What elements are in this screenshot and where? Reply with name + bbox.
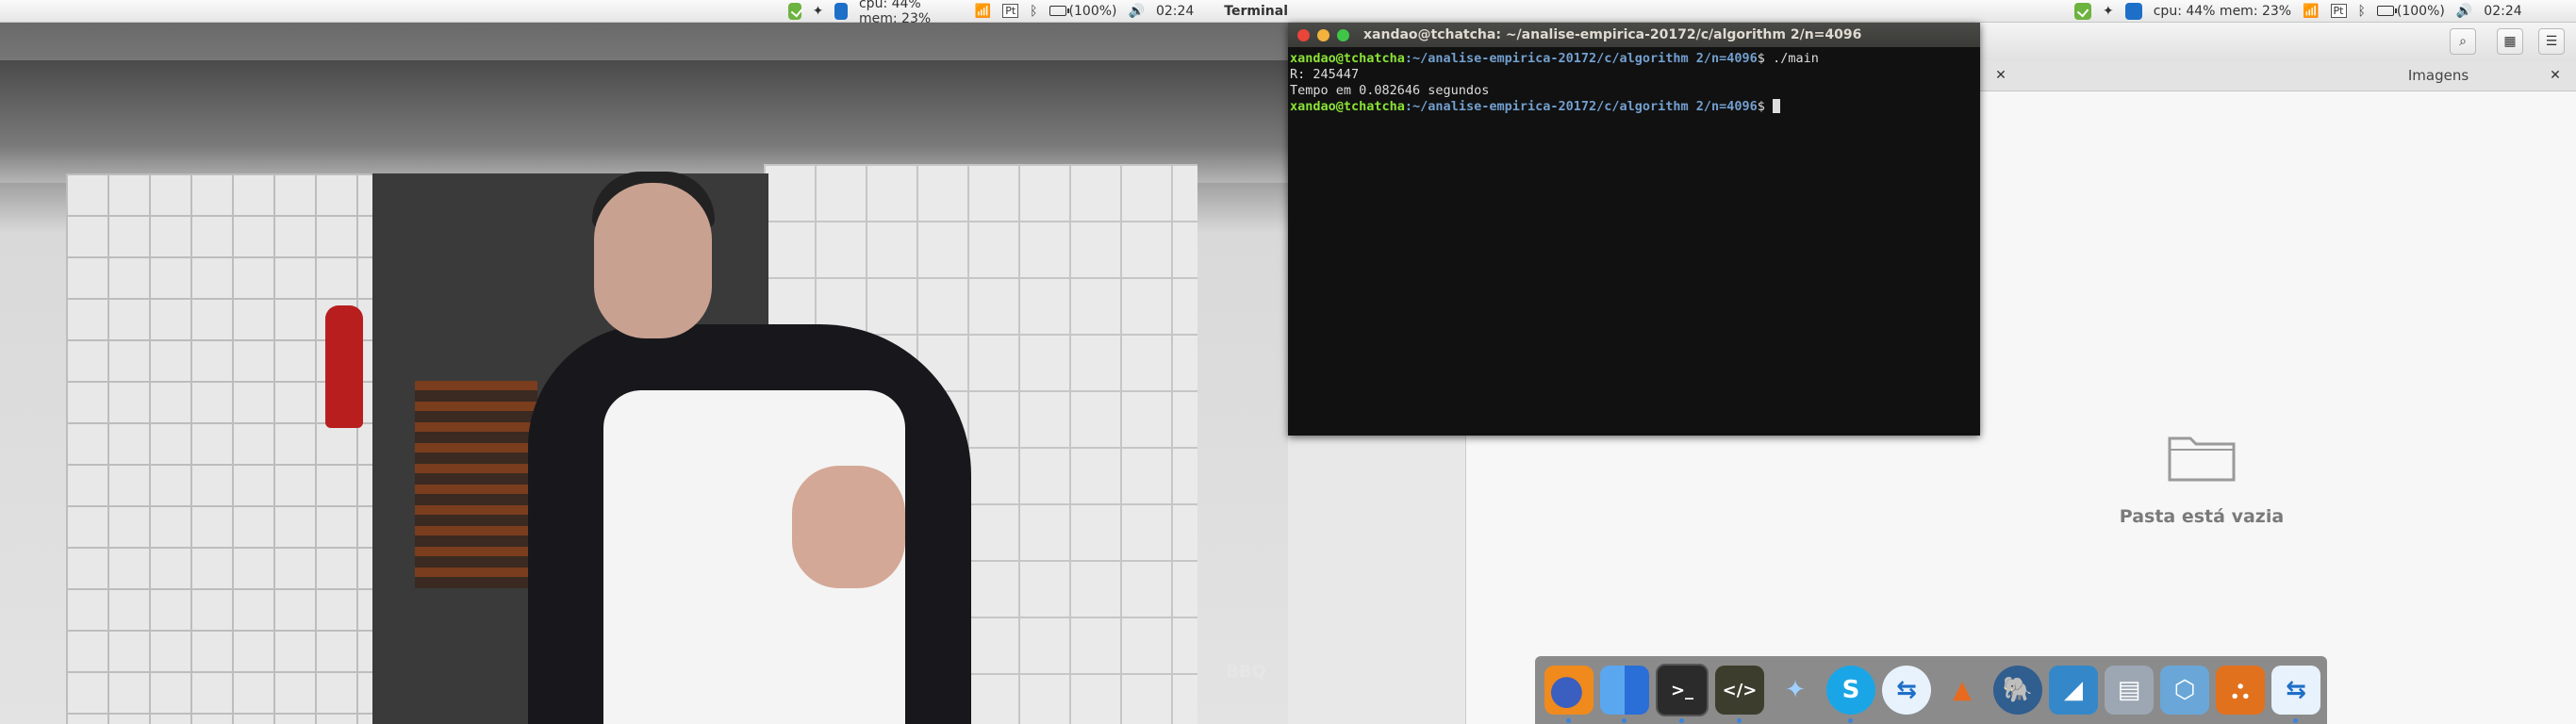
prompt-path: :~/analise-empirica-20172/c/algorithm 2/…	[1404, 99, 1758, 114]
finder-icon[interactable]	[1600, 666, 1649, 723]
text-cursor	[1773, 99, 1781, 113]
keyboard-layout-indicator[interactable]: Pt	[2330, 4, 2347, 18]
search-button[interactable]: ⌕	[2450, 28, 2476, 55]
teamviewer-icon[interactable]: ⇆	[1882, 666, 1931, 715]
terminal-titlebar[interactable]: xandao@tchatcha: ~/analise-empirica-2017…	[1288, 23, 1980, 47]
empty-folder-message: Pasta está vazia	[2119, 506, 2285, 527]
terminal-line: xandao@tchatcha:~/analise-empirica-20172…	[1290, 99, 1978, 115]
prompt-symbol: $	[1757, 51, 1774, 66]
wifi-icon[interactable]: 📶	[2303, 4, 2319, 19]
teamviewer-remote-icon[interactable]: ⇆	[2271, 666, 2320, 723]
terminal-output[interactable]: xandao@tchatcha:~/analise-empirica-20172…	[1288, 47, 1980, 119]
terminal-icon[interactable]: >_	[1656, 664, 1709, 723]
close-icon: ✕	[1995, 68, 2006, 83]
terminal-window[interactable]: xandao@tchatcha: ~/analise-empirica-2017…	[1288, 23, 1980, 436]
grid-icon: ▦	[2503, 34, 2517, 49]
mysql-workbench-icon[interactable]: ◢	[2049, 666, 2098, 715]
active-app-title[interactable]: Terminal	[1224, 4, 1288, 19]
view-mode-button[interactable]: ▦	[2497, 28, 2523, 55]
dropbox-tray-icon[interactable]: ✦	[813, 4, 824, 19]
video-frame[interactable]: BBQ	[0, 23, 1288, 724]
update-check-icon[interactable]	[788, 2, 801, 20]
system-tray-right: ✦ cpu: 44% mem: 23% 📶 Pt ᛒ (100%) 🔊 02:2…	[2074, 2, 2522, 20]
battery-indicator[interactable]: (100%)	[1049, 4, 1117, 19]
battery-icon	[1049, 6, 1069, 16]
minimize-window-button[interactable]	[1317, 28, 1329, 41]
dock: >_ </> ✦ S ⇆ ▲ 🐘 ◢ ▤ ⬡ ⛬ ⇆	[1535, 656, 2327, 724]
close-tab-button[interactable]: ✕	[2546, 66, 2565, 85]
virtualbox-icon[interactable]: ⬡	[2160, 666, 2209, 715]
person-face	[594, 183, 712, 338]
tab-imagens[interactable]: Imagens	[2240, 67, 2576, 84]
top-panel-left: ✦ cpu: 44% mem: 23% 📶 Pt ᛒ (100%) 🔊 02:2…	[0, 0, 1288, 26]
volume-icon[interactable]: 🔊	[1129, 4, 1145, 19]
volume-icon[interactable]: 🔊	[2456, 4, 2472, 19]
person-hand	[792, 466, 905, 588]
close-window-button[interactable]	[1297, 28, 1310, 41]
maximize-window-button[interactable]	[1337, 28, 1349, 41]
file-manager-icon[interactable]: ▤	[2105, 666, 2154, 715]
wifi-icon[interactable]: 📶	[975, 4, 991, 19]
postgresql-icon[interactable]: 🐘	[1993, 666, 2042, 715]
prompt-user: xandao@tchatcha	[1290, 99, 1405, 114]
teamviewer-tray-icon[interactable]	[834, 2, 848, 20]
battery-percent: (100%)	[2396, 3, 2445, 19]
update-check-icon[interactable]	[2074, 2, 2091, 20]
clock[interactable]: 02:24	[1156, 4, 1194, 19]
bluetooth-icon[interactable]: ᛒ	[1030, 4, 1037, 19]
terminal-title: xandao@tchatcha: ~/analise-empirica-2017…	[1363, 27, 1862, 42]
fire-extinguisher	[325, 305, 363, 428]
top-panel-right: ✦ cpu: 44% mem: 23% 📶 Pt ᛒ (100%) 🔊 02:2…	[1288, 0, 2576, 23]
cpu-mem-indicator[interactable]: cpu: 44% mem: 23%	[2154, 4, 2291, 19]
battery-percent: (100%)	[1068, 3, 1117, 19]
clock[interactable]: 02:24	[2484, 4, 2521, 19]
battery-indicator[interactable]: (100%)	[2376, 3, 2445, 19]
prompt-user: xandao@tchatcha	[1290, 51, 1405, 66]
keyboard-layout-indicator[interactable]: Pt	[1002, 4, 1019, 18]
dropbox-icon[interactable]: ✦	[1771, 666, 1820, 715]
terminal-line: xandao@tchatcha:~/analise-empirica-20172…	[1290, 51, 1978, 67]
menu-button[interactable]: ☰	[2538, 28, 2565, 55]
typed-command: ./main	[1773, 51, 1819, 66]
tiled-wall-left	[66, 173, 377, 724]
dropbox-tray-icon[interactable]: ✦	[2103, 4, 2114, 19]
ubuntu-software-icon[interactable]: ⛬	[2216, 666, 2265, 715]
hamburger-icon: ☰	[2545, 34, 2558, 49]
grill-rack	[415, 381, 537, 588]
prompt-symbol: $	[1757, 99, 1774, 114]
prompt-path: :~/analise-empirica-20172/c/algorithm 2/…	[1404, 51, 1758, 66]
search-icon: ⌕	[2459, 34, 2467, 49]
terminal-line: Tempo em 0.082646 segundos	[1290, 83, 1490, 98]
teamviewer-tray-icon[interactable]	[2124, 2, 2142, 20]
close-tab-button[interactable]: ✕	[1991, 66, 2010, 85]
code-editor-icon[interactable]: </>	[1715, 666, 1764, 723]
close-icon: ✕	[2550, 68, 2561, 83]
skype-icon[interactable]: S	[1826, 666, 1875, 723]
battery-icon	[2376, 6, 2397, 16]
firefox-icon[interactable]	[1544, 666, 1593, 723]
empty-folder-icon	[2168, 436, 2236, 482]
bluetooth-icon[interactable]: ᛒ	[2358, 4, 2366, 19]
matlab-icon[interactable]: ▲	[1938, 666, 1987, 715]
video-watermark: BBQ	[1226, 662, 1266, 682]
terminal-line: R: 245447	[1290, 67, 1360, 82]
